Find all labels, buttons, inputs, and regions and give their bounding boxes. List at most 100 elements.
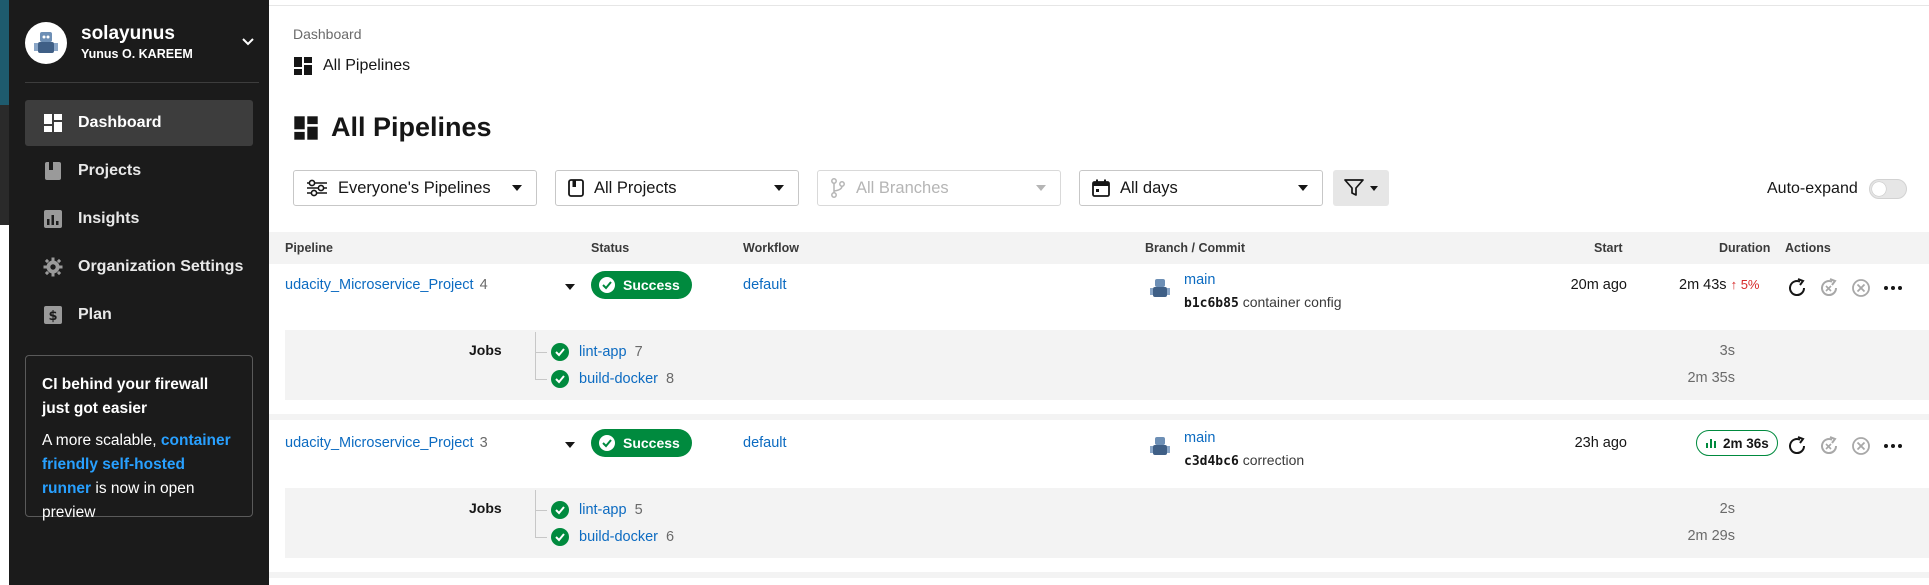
cancel-icon[interactable]: [1850, 277, 1872, 299]
workflow-link[interactable]: default: [743, 277, 787, 293]
auto-expand-toggle[interactable]: [1869, 179, 1907, 199]
job-duration: 2m 35s: [1687, 370, 1735, 386]
commit-message: correction: [1242, 452, 1305, 468]
org-name: solayunus: [81, 23, 175, 44]
status-badge[interactable]: Success: [591, 429, 692, 457]
sidebar-item-insights[interactable]: Insights: [25, 196, 253, 242]
commit-hash: b1c6b85: [1184, 296, 1239, 311]
start-time: 23h ago: [1574, 435, 1627, 451]
commit-hash: c3d4bc6: [1184, 454, 1239, 469]
bar-chart-icon: [1705, 437, 1717, 449]
check-circle-icon: [551, 528, 569, 546]
col-status: Status: [591, 241, 630, 255]
row-separator: [269, 414, 1929, 420]
sidebar-item-plan[interactable]: $ Plan: [25, 292, 253, 338]
duration-delta-value: 5%: [1740, 277, 1760, 292]
calendar-icon: [1092, 179, 1110, 197]
branch-icon: [830, 178, 846, 198]
user-name: Yunus O. KAREEM: [81, 47, 193, 61]
check-circle-icon: [551, 501, 569, 519]
job-link[interactable]: build-docker: [579, 529, 658, 545]
branches-filter-value: All Branches: [856, 178, 949, 197]
gear-icon: [42, 256, 64, 278]
status-badge[interactable]: Success: [591, 271, 692, 299]
duration-pill[interactable]: 2m 36s: [1696, 430, 1778, 456]
job-link[interactable]: lint-app: [579, 344, 627, 360]
committer-avatar: [1149, 435, 1171, 457]
rerun-icon[interactable]: [1786, 277, 1808, 299]
tree-branch: [535, 352, 547, 353]
promo-title: CI behind your firewall just got easier: [42, 376, 209, 417]
caret-down-icon: [774, 185, 784, 191]
col-start: Start: [1594, 241, 1623, 255]
sidebar-item-label: Plan: [78, 306, 112, 323]
sidebar-item-organization-settings[interactable]: Organization Settings: [25, 244, 253, 290]
days-filter[interactable]: All days: [1079, 170, 1323, 206]
branch-link[interactable]: main: [1184, 430, 1215, 446]
rerun-failed-icon[interactable]: [1818, 277, 1840, 299]
rerun-failed-icon[interactable]: [1818, 435, 1840, 457]
row-actions: [1786, 435, 1914, 457]
dashboard-icon: [293, 115, 319, 141]
job-item: build-docker 8: [551, 370, 674, 388]
start-time: 20m ago: [1570, 277, 1627, 293]
caret-down-icon: [1370, 185, 1378, 191]
row-expand-caret[interactable]: [565, 284, 575, 290]
dollar-icon: $: [42, 304, 64, 326]
row-expand-caret[interactable]: [565, 442, 575, 448]
pipelines-filter[interactable]: Everyone's Pipelines: [293, 170, 537, 206]
pipeline-link[interactable]: udacity_Microservice_Project 4: [285, 277, 488, 293]
branch-link[interactable]: main: [1184, 272, 1215, 288]
tree-branch: [535, 379, 547, 380]
tree-branch: [535, 510, 547, 511]
duration-value: 2m 43s: [1679, 277, 1727, 293]
main-content: Dashboard All Pipelines All Pipelines Ev…: [269, 0, 1929, 585]
projects-filter[interactable]: All Projects: [555, 170, 799, 206]
tree-line: [535, 332, 536, 380]
org-avatar: [25, 22, 67, 64]
chevron-down-icon[interactable]: [241, 34, 255, 53]
pipeline-number: 4: [479, 277, 488, 293]
page-title-text: All Pipelines: [331, 112, 492, 142]
commit-info[interactable]: c3d4bc6 correction: [1184, 452, 1304, 469]
sidebar-item-label: Organization Settings: [78, 258, 244, 275]
advanced-filter-button[interactable]: [1333, 170, 1389, 206]
sidebar-item-label: Projects: [78, 162, 142, 179]
pipeline-number: 3: [479, 435, 488, 451]
job-link[interactable]: build-docker: [579, 371, 658, 387]
more-options-icon[interactable]: [1882, 277, 1904, 299]
commit-info[interactable]: b1c6b85 container config: [1184, 294, 1342, 311]
check-circle-icon: [551, 370, 569, 388]
caret-down-icon: [1036, 185, 1046, 191]
tree-line: [535, 490, 536, 538]
breadcrumb[interactable]: Dashboard: [293, 26, 362, 42]
row-actions: [1786, 277, 1914, 299]
breadcrumb-current: All Pipelines: [293, 56, 410, 76]
check-circle-icon: [551, 343, 569, 361]
days-filter-value: All days: [1120, 178, 1178, 197]
job-link[interactable]: lint-app: [579, 502, 627, 518]
duration-value: 2m 36s: [1723, 435, 1769, 451]
sidebar-item-dashboard[interactable]: Dashboard: [25, 100, 253, 146]
rerun-icon[interactable]: [1786, 435, 1808, 457]
jobs-panel: Jobs lint-app 5 build-docker 6 2s 2m 29s: [285, 488, 1929, 558]
org-switcher[interactable]: solayunus Yunus O. KAREEM: [25, 20, 267, 66]
sidebar-item-label: Insights: [78, 210, 140, 227]
jobs-panel: Jobs lint-app 7 build-docker 8 3s 2m 35s: [285, 330, 1929, 400]
check-icon: [599, 277, 615, 293]
projects-filter-value: All Projects: [594, 178, 677, 197]
projects-icon: [568, 179, 584, 197]
arrow-up-icon: ↑: [1730, 277, 1738, 292]
pipeline-link[interactable]: udacity_Microservice_Project 3: [285, 435, 488, 451]
branches-filter[interactable]: All Branches: [817, 170, 1061, 206]
sidebar-item-projects[interactable]: Projects: [25, 148, 253, 194]
breadcrumb-current-label: All Pipelines: [323, 57, 411, 74]
more-options-icon[interactable]: [1882, 435, 1904, 457]
col-pipeline: Pipeline: [285, 241, 333, 255]
sidebar-item-label: Dashboard: [78, 114, 162, 131]
workflow-link[interactable]: default: [743, 435, 787, 451]
promo-body-prefix: A more scalable,: [42, 432, 161, 449]
cancel-icon[interactable]: [1850, 435, 1872, 457]
status-text: Success: [623, 277, 680, 293]
job-item: build-docker 6: [551, 528, 674, 546]
